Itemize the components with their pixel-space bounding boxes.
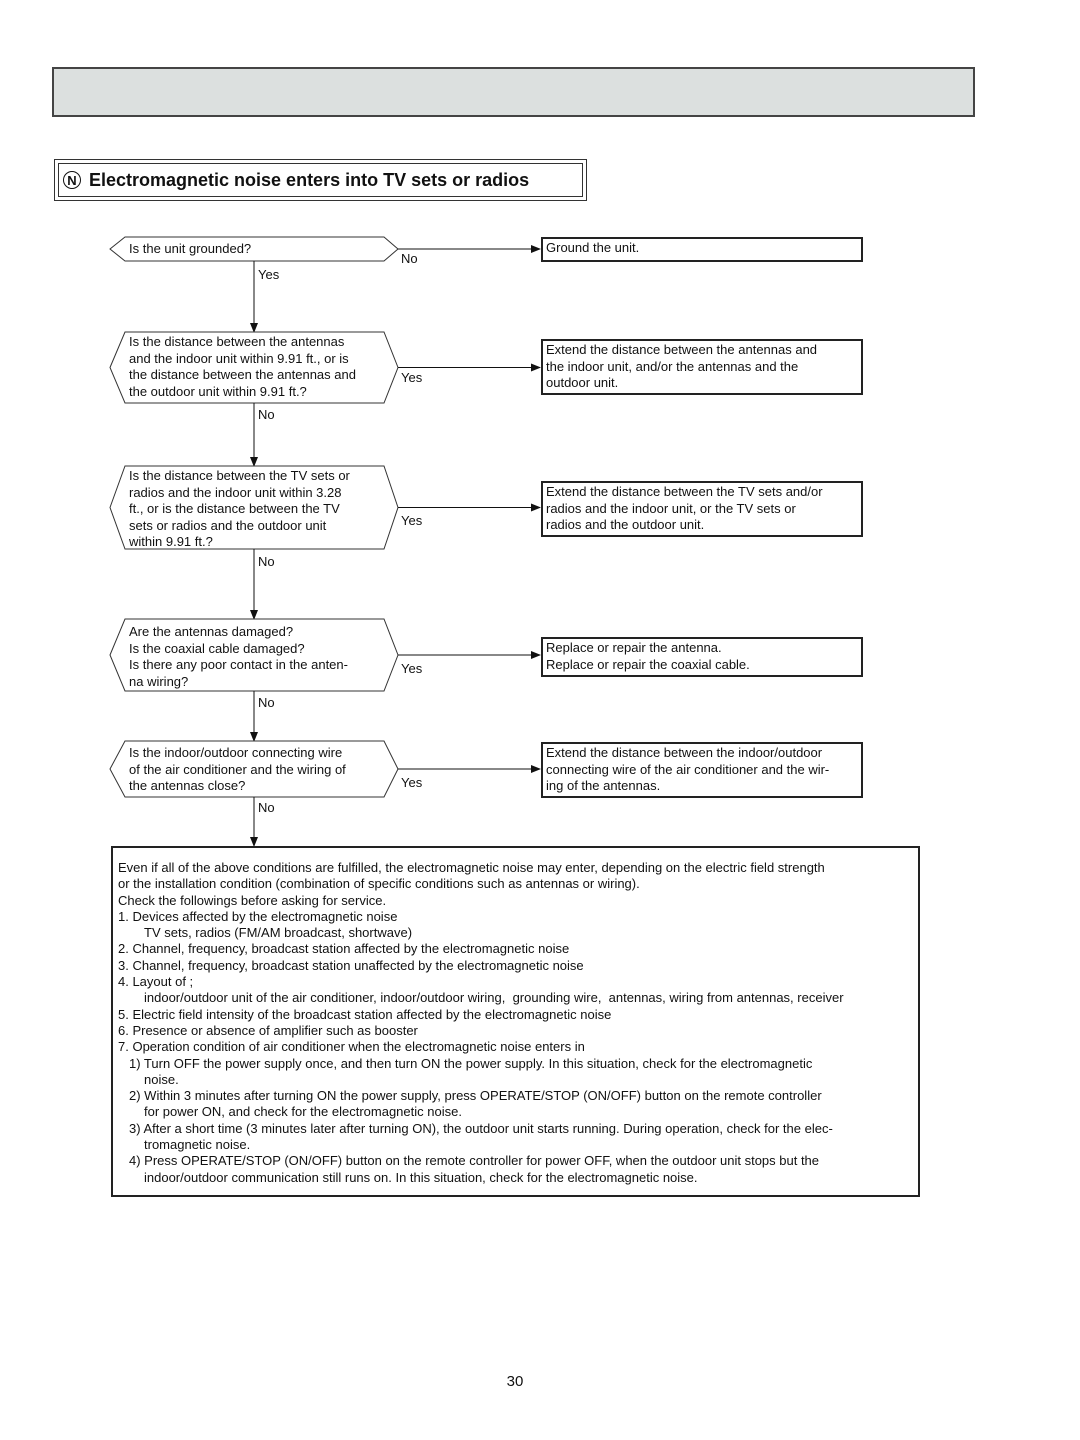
note-line: for power ON, and check for the electrom… [144, 1104, 462, 1120]
branch-label-right: Yes [401, 370, 423, 385]
branch-label-right: No [401, 251, 418, 266]
note-line: 7. Operation condition of air conditione… [118, 1039, 585, 1055]
branch-label-down: No [258, 695, 275, 710]
flowchart-connectors [109, 236, 541, 847]
note-line: 3) After a short time (3 minutes later a… [129, 1120, 833, 1136]
note-line: indoor/outdoor unit of the air condition… [144, 990, 844, 1006]
note-line: 1. Devices affected by the electromagnet… [118, 908, 398, 924]
branch-label-right: Yes [401, 775, 423, 790]
note-line: noise. [144, 1071, 179, 1087]
note-line: 6. Presence or absence of amplifier such… [118, 1022, 418, 1038]
decision-question: Is the indoor/outdoor connecting wire of… [129, 745, 346, 793]
decision-question: Are the antennas damaged? Is the coaxial… [129, 624, 348, 689]
action-box: Extend the distance between the TV sets … [541, 481, 863, 537]
note-line: Even if all of the above conditions are … [118, 860, 825, 875]
service-check-note: Even if all of the above conditions are … [111, 846, 920, 1197]
branch-label-right: Yes [401, 661, 423, 676]
note-line: TV sets, radios (FM/AM broadcast, shortw… [144, 925, 413, 941]
action-box: Ground the unit. [541, 237, 863, 262]
note-line: Check the followings before asking for s… [118, 892, 387, 908]
note-line: 3. Channel, frequency, broadcast station… [118, 957, 584, 973]
decision-question: Is the unit grounded? [129, 241, 252, 256]
note-line: tromagnetic noise. [144, 1137, 251, 1153]
note-line: indoor/outdoor communication still runs … [144, 1169, 698, 1185]
note-line: 4) Press OPERATE/STOP (ON/OFF) button on… [129, 1153, 820, 1169]
decision-question: Is the distance between the antennas and… [129, 334, 356, 399]
note-line: 5. Electric field intensity of the broad… [118, 1006, 612, 1022]
action-box: Replace or repair the antenna. Replace o… [541, 637, 863, 677]
note-line: 4. Layout of ; [118, 974, 194, 990]
note-line: or the installation condition (combinati… [118, 876, 640, 892]
note-line: 2. Channel, frequency, broadcast station… [118, 941, 570, 957]
branch-label-down: No [258, 554, 275, 569]
note-line: 1) Turn OFF the power supply once, and t… [129, 1055, 813, 1071]
page-number: 30 [506, 1373, 524, 1390]
note-line: 2) Within 3 minutes after turning ON the… [129, 1088, 822, 1104]
branch-label-down: Yes [258, 267, 280, 282]
branch-label-down: No [258, 800, 275, 815]
branch-label-right: Yes [401, 513, 423, 528]
branch-label-down: No [258, 407, 275, 422]
action-box: Extend the distance between the antennas… [541, 339, 863, 395]
action-box: Extend the distance between the indoor/o… [541, 742, 863, 798]
decision-question: Is the distance between the TV sets or r… [129, 468, 350, 549]
